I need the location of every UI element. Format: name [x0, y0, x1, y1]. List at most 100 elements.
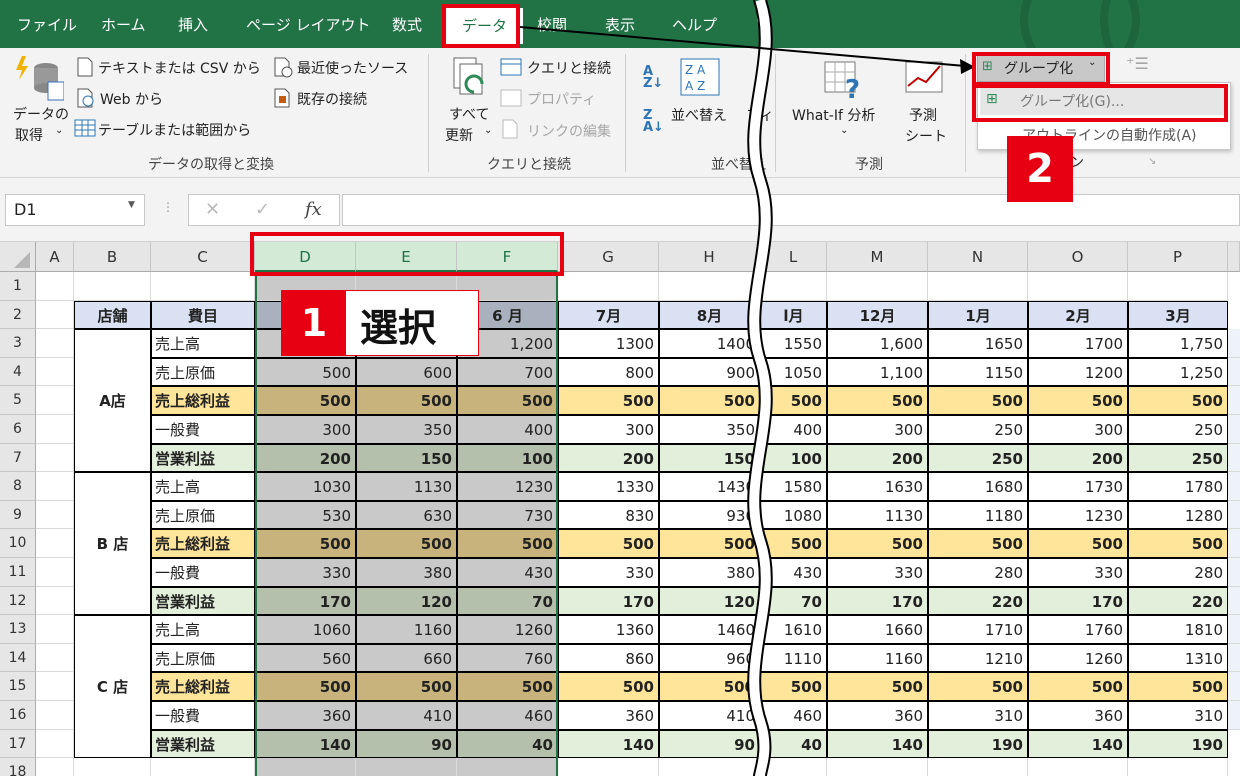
- grid-cell[interactable]: [928, 758, 1028, 776]
- enter-icon[interactable]: ✓: [255, 199, 270, 220]
- column-header[interactable]: P: [1128, 242, 1228, 272]
- value-cell[interactable]: 660: [356, 643, 457, 673]
- value-cell[interactable]: 1130: [356, 472, 457, 501]
- row-header[interactable]: 13: [0, 615, 36, 644]
- column-header[interactable]: G: [558, 242, 659, 272]
- value-cell[interactable]: 100: [457, 443, 558, 473]
- column-header[interactable]: O: [1028, 242, 1128, 272]
- value-cell[interactable]: 1180: [928, 500, 1028, 530]
- row-label[interactable]: 売上原価: [151, 357, 255, 387]
- value-cell[interactable]: 350: [356, 415, 457, 444]
- value-cell[interactable]: 730: [457, 500, 558, 530]
- row-label[interactable]: 売上高: [151, 615, 255, 644]
- grid-cell[interactable]: [36, 357, 74, 387]
- value-cell[interactable]: 300: [255, 415, 356, 444]
- value-cell[interactable]: 500: [558, 386, 659, 415]
- value-cell[interactable]: 1330: [558, 472, 659, 501]
- value-cell[interactable]: 70: [457, 586, 558, 616]
- column-header[interactable]: M: [827, 242, 928, 272]
- column-header[interactable]: F: [457, 242, 558, 272]
- row-header[interactable]: 6: [0, 415, 36, 444]
- value-cell[interactable]: 500: [928, 529, 1028, 558]
- value-cell[interactable]: 170: [1028, 586, 1128, 616]
- store-cell[interactable]: C 店: [74, 615, 151, 759]
- row-header[interactable]: 4: [0, 357, 36, 387]
- grid-cell[interactable]: [36, 615, 74, 644]
- row-header[interactable]: 16: [0, 701, 36, 730]
- grid-cell[interactable]: [1228, 643, 1240, 673]
- column-header[interactable]: B: [74, 242, 151, 272]
- header-store[interactable]: 店舗: [74, 300, 151, 330]
- value-cell[interactable]: 560: [255, 643, 356, 673]
- from-table-range-button[interactable]: テーブルまたは範囲から: [98, 120, 251, 140]
- value-cell[interactable]: 300: [827, 415, 928, 444]
- grid-cell[interactable]: [1228, 472, 1240, 501]
- column-header[interactable]: C: [151, 242, 255, 272]
- grid-cell[interactable]: [1228, 386, 1240, 415]
- forecast-sheet-label-2[interactable]: シート: [905, 126, 947, 146]
- value-cell[interactable]: 1230: [1028, 500, 1128, 530]
- value-cell[interactable]: 140: [255, 729, 356, 759]
- value-cell[interactable]: 760: [457, 643, 558, 673]
- value-cell[interactable]: 500: [1028, 386, 1128, 415]
- grid-cell[interactable]: [1028, 758, 1128, 776]
- value-cell[interactable]: 500: [827, 529, 928, 558]
- grid-cell[interactable]: [36, 300, 74, 330]
- value-cell[interactable]: 140: [1028, 729, 1128, 759]
- value-cell[interactable]: 200: [827, 443, 928, 473]
- value-cell[interactable]: 1160: [356, 615, 457, 644]
- grid-cell[interactable]: [1228, 500, 1240, 530]
- value-cell[interactable]: 460: [457, 701, 558, 730]
- value-cell[interactable]: 1060: [255, 615, 356, 644]
- header-month[interactable]: 7月: [558, 300, 659, 330]
- row-label[interactable]: 一般費: [151, 558, 255, 587]
- drag-handle-icon[interactable]: ⋮: [162, 200, 174, 214]
- value-cell[interactable]: 500: [356, 386, 457, 415]
- grid-cell[interactable]: [558, 272, 659, 301]
- column-header[interactable]: E: [356, 242, 457, 272]
- value-cell[interactable]: 1210: [928, 643, 1028, 673]
- row-header[interactable]: 18: [0, 758, 36, 776]
- value-cell[interactable]: 700: [457, 357, 558, 387]
- value-cell[interactable]: 1680: [928, 472, 1028, 501]
- value-cell[interactable]: 220: [928, 586, 1028, 616]
- grid-cell[interactable]: [36, 329, 74, 358]
- value-cell[interactable]: 500: [1128, 672, 1228, 701]
- store-cell[interactable]: A店: [74, 329, 151, 473]
- grid-cell[interactable]: [36, 472, 74, 501]
- row-label[interactable]: 売上高: [151, 329, 255, 358]
- value-cell[interactable]: 400: [457, 415, 558, 444]
- store-cell[interactable]: B 店: [74, 472, 151, 616]
- refresh-all-label-2[interactable]: 更新: [445, 125, 473, 145]
- row-label[interactable]: 一般費: [151, 415, 255, 444]
- row-header[interactable]: 15: [0, 672, 36, 701]
- value-cell[interactable]: 190: [928, 729, 1028, 759]
- value-cell[interactable]: 500: [1028, 672, 1128, 701]
- value-cell[interactable]: 500: [1128, 386, 1228, 415]
- grid-cell[interactable]: [1128, 272, 1228, 301]
- value-cell[interactable]: 1260: [1028, 643, 1128, 673]
- value-cell[interactable]: 330: [255, 558, 356, 587]
- value-cell[interactable]: 250: [1128, 415, 1228, 444]
- row-label[interactable]: 売上総利益: [151, 386, 255, 415]
- value-cell[interactable]: 1,250: [1128, 357, 1228, 387]
- row-label[interactable]: 営業利益: [151, 729, 255, 759]
- grid-cell[interactable]: [36, 415, 74, 444]
- value-cell[interactable]: 1810: [1128, 615, 1228, 644]
- value-cell[interactable]: 860: [558, 643, 659, 673]
- row-label[interactable]: 営業利益: [151, 443, 255, 473]
- value-cell[interactable]: 220: [1128, 586, 1228, 616]
- value-cell[interactable]: 500: [558, 529, 659, 558]
- grid-cell[interactable]: [1028, 272, 1128, 301]
- value-cell[interactable]: 170: [255, 586, 356, 616]
- grid-cell[interactable]: [1228, 443, 1240, 473]
- value-cell[interactable]: 1660: [827, 615, 928, 644]
- chevron-down-icon[interactable]: ▼: [128, 200, 135, 210]
- value-cell[interactable]: 150: [356, 443, 457, 473]
- dialog-launcher-icon[interactable]: ↘: [1148, 156, 1156, 167]
- column-header[interactable]: D: [255, 242, 356, 272]
- value-cell[interactable]: 330: [827, 558, 928, 587]
- header-month[interactable]: 3月: [1128, 300, 1228, 330]
- value-cell[interactable]: 200: [255, 443, 356, 473]
- header-month[interactable]: 12月: [827, 300, 928, 330]
